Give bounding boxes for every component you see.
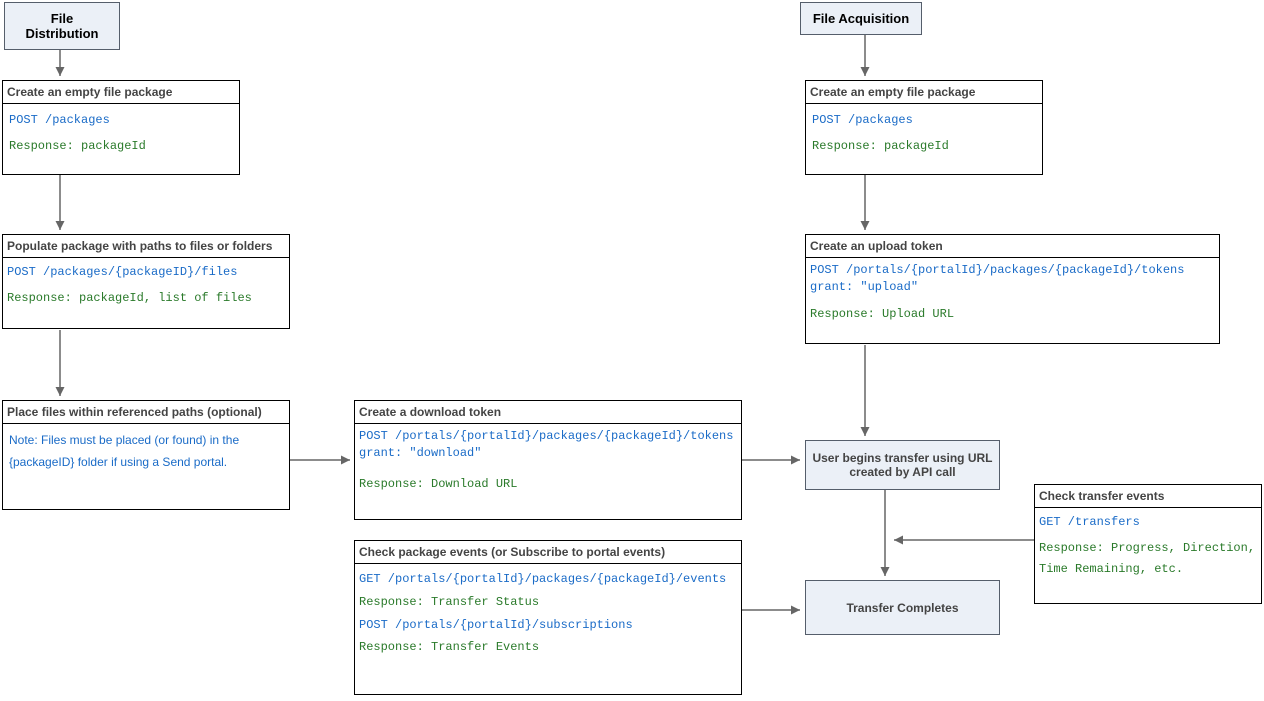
acq-upload-box: Create an upload token POST /portals/{po… (805, 234, 1220, 344)
dist-populate-resp: Response: packageId, list of files (7, 288, 285, 310)
events-resp1: Response: Transfer Status (359, 591, 737, 614)
acq-upload-title: Create an upload token (806, 235, 1219, 258)
header-acquisition: File Acquisition (800, 2, 922, 35)
acq-upload-api2: grant: "upload" (810, 279, 1215, 296)
dist-populate-box: Populate package with paths to files or … (2, 234, 290, 329)
transfer-begin-box: User begins transfer using URL created b… (805, 440, 1000, 490)
check-resp: Response: Progress, Direction, Time Rema… (1039, 538, 1257, 581)
acq-create-resp: Response: packageId (812, 136, 1036, 158)
download-title: Create a download token (355, 401, 741, 424)
dist-create-resp: Response: packageId (9, 136, 233, 158)
dist-create-api: POST /packages (9, 110, 233, 132)
acq-create-box: Create an empty file package POST /packa… (805, 80, 1043, 175)
check-api: GET /transfers (1039, 512, 1257, 534)
events-api1: GET /portals/{portalId}/packages/{packag… (359, 568, 737, 591)
download-resp: Response: Download URL (359, 476, 737, 493)
acq-create-title: Create an empty file package (806, 81, 1042, 104)
package-events-box: Check package events (or Subscribe to po… (354, 540, 742, 695)
acq-create-api: POST /packages (812, 110, 1036, 132)
dist-place-note: Note: Files must be placed (or found) in… (9, 433, 239, 469)
acq-upload-resp: Response: Upload URL (810, 306, 1215, 323)
transfer-begin-label: User begins transfer using URL created b… (812, 451, 993, 479)
download-token-box: Create a download token POST /portals/{p… (354, 400, 742, 520)
dist-populate-title: Populate package with paths to files or … (3, 235, 289, 258)
events-title: Check package events (or Subscribe to po… (355, 541, 741, 564)
dist-create-title: Create an empty file package (3, 81, 239, 104)
header-distribution-label: File Distribution (26, 11, 99, 41)
transfer-complete-label: Transfer Completes (846, 601, 958, 615)
header-acquisition-label: File Acquisition (813, 11, 909, 26)
events-resp2: Response: Transfer Events (359, 636, 737, 659)
check-transfer-box: Check transfer events GET /transfers Res… (1034, 484, 1262, 604)
dist-create-box: Create an empty file package POST /packa… (2, 80, 240, 175)
dist-place-box: Place files within referenced paths (opt… (2, 400, 290, 510)
dist-populate-api: POST /packages/{packageID}/files (7, 262, 285, 284)
download-api1: POST /portals/{portalId}/packages/{packa… (359, 428, 737, 445)
transfer-complete-box: Transfer Completes (805, 580, 1000, 635)
download-api2: grant: "download" (359, 445, 737, 462)
header-distribution: File Distribution (4, 2, 120, 50)
acq-upload-api1: POST /portals/{portalId}/packages/{packa… (810, 262, 1215, 279)
check-title: Check transfer events (1035, 485, 1261, 508)
events-api2: POST /portals/{portalId}/subscriptions (359, 614, 737, 637)
dist-place-title: Place files within referenced paths (opt… (3, 401, 289, 424)
